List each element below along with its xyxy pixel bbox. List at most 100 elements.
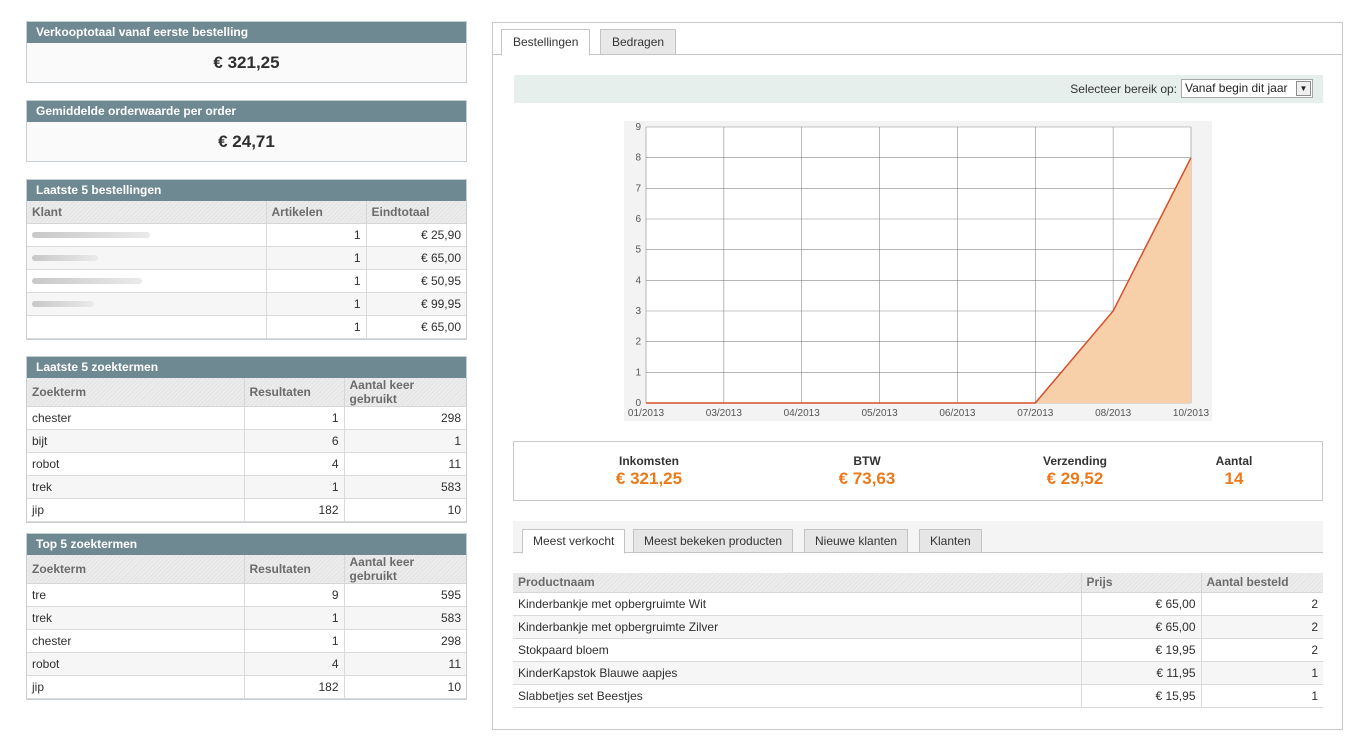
table-row[interactable]: robot 4 11 — [27, 652, 466, 676]
search-results: 1 — [244, 406, 345, 430]
total-inkomsten: Inkomsten € 321,25 — [574, 454, 724, 489]
product-price: € 11,95 — [1081, 661, 1202, 685]
tab-meest-verkocht[interactable]: Meest verkocht — [522, 529, 626, 554]
search-term: tre — [27, 583, 245, 607]
tab-nieuwe-klanten[interactable]: Nieuwe klanten — [804, 529, 909, 553]
table-row[interactable]: KinderKapstok Blauwe aapjes € 11,95 1 — [513, 661, 1323, 685]
x-tick-label: 07/2013 — [1017, 408, 1054, 419]
search-uses: 595 — [344, 583, 466, 607]
top-searches-table: Zoekterm Resultaten Aantal keer gebruikt… — [27, 555, 466, 699]
table-row[interactable]: Kinderbankje met opbergruimte Zilver € 6… — [513, 615, 1323, 639]
sales-total-box: Verkooptotaal vanaf eerste bestelling € … — [26, 21, 467, 83]
table-row[interactable]: 1 € 65,00 — [27, 315, 466, 339]
table-row[interactable]: jip 182 10 — [27, 498, 466, 522]
order-total: € 99,95 — [366, 292, 466, 316]
search-uses: 11 — [344, 652, 466, 676]
column-header-productnaam[interactable]: Productnaam — [513, 573, 1082, 593]
search-results: 1 — [244, 475, 345, 499]
product-price: € 65,00 — [1081, 592, 1202, 616]
column-header-resultaten[interactable]: Resultaten — [244, 378, 345, 407]
y-tick-label: 3 — [635, 306, 641, 317]
tab-bedragen[interactable]: Bedragen — [600, 29, 677, 55]
column-header-resultaten[interactable]: Resultaten — [244, 555, 345, 584]
product-price: € 19,95 — [1081, 638, 1202, 662]
column-header-prijs[interactable]: Prijs — [1081, 573, 1202, 593]
total-value: € 29,52 — [1046, 469, 1104, 488]
total-aantal: Aantal 14 — [1194, 454, 1274, 489]
table-row[interactable]: Kinderbankje met opbergruimte Wit € 65,0… — [513, 592, 1323, 616]
sales-total-title: Verkooptotaal vanaf eerste bestelling — [27, 22, 466, 43]
table-row[interactable]: chester 1 298 — [27, 629, 466, 653]
top-searches-box: Top 5 zoektermen Zoekterm Resultaten Aan… — [26, 533, 467, 700]
total-label: Verzending — [1042, 454, 1107, 468]
search-results: 6 — [244, 429, 345, 453]
customer-name-redacted — [27, 246, 267, 270]
tab-meest-bekeken[interactable]: Meest bekeken producten — [633, 529, 794, 553]
sales-total-value: € 321,25 — [27, 43, 466, 82]
table-row[interactable]: bijt 6 1 — [27, 429, 466, 453]
table-row[interactable]: chester 1 298 — [27, 406, 466, 430]
x-tick-label: 05/2013 — [861, 408, 898, 419]
search-term: bijt — [27, 429, 245, 453]
order-total: € 50,95 — [366, 269, 466, 293]
product-qty: 1 — [1201, 661, 1323, 685]
customer-name-redacted — [27, 223, 267, 247]
search-uses: 298 — [344, 406, 466, 430]
total-btw: BTW € 73,63 — [792, 454, 942, 489]
product-qty: 2 — [1201, 615, 1323, 639]
column-header-aantal-keer[interactable]: Aantal keer gebruikt — [344, 555, 466, 584]
search-uses: 10 — [344, 498, 466, 522]
table-row[interactable]: trek 1 583 — [27, 606, 466, 630]
column-header-aantal-besteld[interactable]: Aantal besteld — [1201, 573, 1323, 593]
x-tick-label: 04/2013 — [784, 408, 821, 419]
product-name: Stokpaard bloem — [513, 638, 1082, 662]
product-price: € 65,00 — [1081, 615, 1202, 639]
column-header-zoekterm[interactable]: Zoekterm — [27, 555, 245, 584]
table-row[interactable]: tre 9 595 — [27, 583, 466, 607]
grid-tabs: Meest verkocht Meest bekeken producten N… — [513, 521, 1323, 554]
last-orders-title: Laatste 5 bestellingen — [27, 180, 466, 201]
last-searches-box: Laatste 5 zoektermen Zoekterm Resultaten… — [26, 356, 467, 523]
search-results: 1 — [244, 606, 345, 630]
total-label: Aantal — [1215, 454, 1253, 468]
table-row[interactable]: Stokpaard bloem € 19,95 2 — [513, 638, 1323, 662]
table-row[interactable]: 1 € 25,90 — [27, 223, 466, 247]
search-results: 1 — [244, 629, 345, 653]
order-items: 1 — [266, 292, 367, 316]
table-row[interactable]: 1 € 99,95 — [27, 292, 466, 316]
table-row[interactable]: robot 4 11 — [27, 452, 466, 476]
range-select[interactable]: Vanaf begin dit jaar ▼ — [1181, 79, 1313, 98]
table-row[interactable]: jip 182 10 — [27, 675, 466, 699]
y-tick-label: 8 — [635, 153, 641, 164]
table-row[interactable]: 1 € 65,00 — [27, 246, 466, 270]
column-header-zoekterm[interactable]: Zoekterm — [27, 378, 245, 407]
table-row[interactable]: 1 € 50,95 — [27, 269, 466, 293]
y-tick-label: 4 — [635, 275, 641, 286]
tab-klanten[interactable]: Klanten — [919, 529, 982, 553]
product-qty: 2 — [1201, 592, 1323, 616]
search-results: 9 — [244, 583, 345, 607]
column-header-aantal-keer[interactable]: Aantal keer gebruikt — [344, 378, 466, 407]
column-header-klant[interactable]: Klant — [27, 201, 267, 224]
average-order-value: € 24,71 — [27, 122, 466, 161]
range-selected-value: Vanaf begin dit jaar — [1185, 81, 1288, 95]
product-name: Kinderbankje met opbergruimte Zilver — [513, 615, 1082, 639]
order-items: 1 — [266, 223, 367, 247]
search-uses: 1 — [344, 429, 466, 453]
chevron-down-icon[interactable]: ▼ — [1296, 81, 1311, 96]
dashboard-panel: Bestellingen Bedragen Selecteer bereik o… — [492, 22, 1343, 730]
x-tick-label: 06/2013 — [939, 408, 976, 419]
search-term: robot — [27, 652, 245, 676]
totals-box: Inkomsten € 321,25 BTW € 73,63 Verzendin… — [513, 441, 1323, 501]
column-header-artikelen[interactable]: Artikelen — [266, 201, 367, 224]
x-tick-label: 10/2013 — [1173, 408, 1210, 419]
column-header-eindtotaal[interactable]: Eindtotaal — [366, 201, 466, 224]
order-items: 1 — [266, 315, 367, 339]
search-results: 182 — [244, 498, 345, 522]
total-value: 14 — [1224, 469, 1244, 488]
tab-bestellingen[interactable]: Bestellingen — [501, 29, 591, 56]
total-label: Inkomsten — [618, 454, 679, 468]
table-row[interactable]: trek 1 583 — [27, 475, 466, 499]
y-tick-label: 1 — [635, 367, 641, 378]
table-row[interactable]: Slabbetjes set Beestjes € 15,95 1 — [513, 684, 1323, 708]
